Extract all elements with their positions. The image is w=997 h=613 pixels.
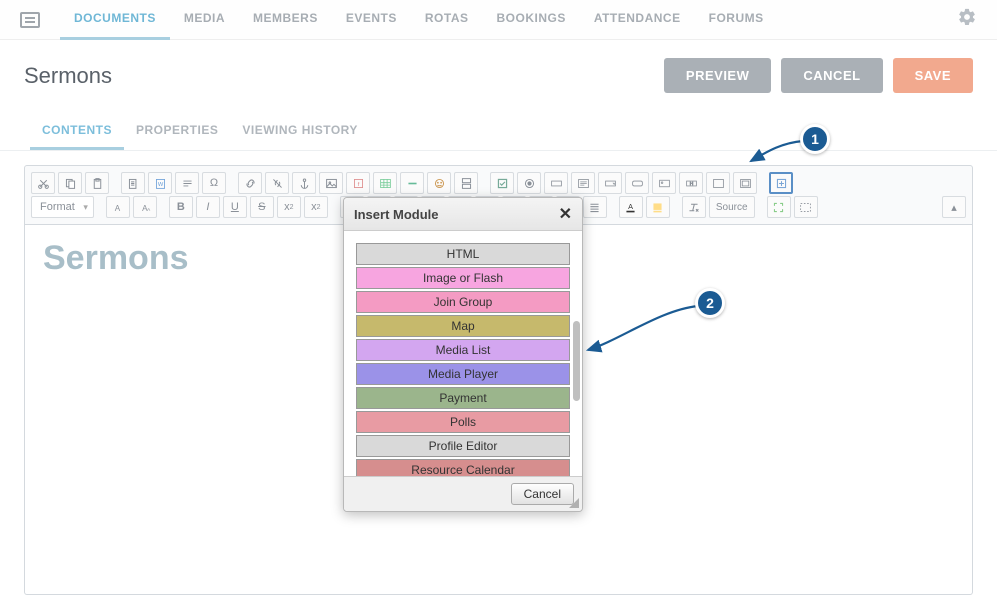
iframe-icon[interactable] bbox=[733, 172, 757, 194]
table-icon[interactable] bbox=[373, 172, 397, 194]
size-icon[interactable]: AA bbox=[133, 196, 157, 218]
resize-grip-icon[interactable] bbox=[568, 497, 580, 509]
page-header: Sermons PREVIEW CANCEL SAVE bbox=[0, 40, 997, 101]
dialog-title: Insert Module bbox=[354, 207, 439, 222]
nav-bookings[interactable]: BOOKINGS bbox=[482, 0, 579, 40]
subtab-contents[interactable]: CONTENTS bbox=[30, 113, 124, 150]
underline-icon[interactable]: U bbox=[223, 196, 247, 218]
dialog-scrollbar[interactable] bbox=[573, 321, 580, 401]
copy-icon[interactable] bbox=[58, 172, 82, 194]
module-list: HTMLImage or FlashJoin GroupMapMedia Lis… bbox=[356, 243, 570, 476]
annotation-badge-1: 1 bbox=[800, 124, 830, 154]
select-icon[interactable] bbox=[598, 172, 622, 194]
svg-text:W: W bbox=[157, 181, 163, 187]
spellcheck-icon[interactable]: Ω bbox=[202, 172, 226, 194]
paste-text-icon[interactable] bbox=[121, 172, 145, 194]
module-html[interactable]: HTML bbox=[356, 243, 570, 265]
anchor-icon[interactable] bbox=[292, 172, 316, 194]
module-join-group[interactable]: Join Group bbox=[356, 291, 570, 313]
module-polls[interactable]: Polls bbox=[356, 411, 570, 433]
dialog-cancel-button[interactable]: Cancel bbox=[511, 483, 574, 505]
svg-text:A: A bbox=[147, 206, 151, 212]
insert-module-dialog: Insert Module ✕ HTMLImage or FlashJoin G… bbox=[343, 197, 583, 512]
unlink-icon[interactable] bbox=[265, 172, 289, 194]
hidden-icon[interactable]: H bbox=[679, 172, 703, 194]
align-justify-icon[interactable] bbox=[583, 196, 607, 218]
subtab-viewing-history[interactable]: VIEWING HISTORY bbox=[230, 113, 370, 150]
bgcolor-icon[interactable] bbox=[646, 196, 670, 218]
italic-icon[interactable]: I bbox=[196, 196, 220, 218]
nav-media[interactable]: MEDIA bbox=[170, 0, 239, 40]
cancel-button[interactable]: CANCEL bbox=[781, 58, 882, 93]
pagebreak-icon[interactable] bbox=[454, 172, 478, 194]
paste-word-icon[interactable]: W bbox=[148, 172, 172, 194]
save-button[interactable]: SAVE bbox=[893, 58, 973, 93]
nav-rotas[interactable]: ROTAS bbox=[411, 0, 483, 40]
cut-icon[interactable] bbox=[31, 172, 55, 194]
source-button[interactable]: Source bbox=[709, 196, 755, 218]
superscript-icon[interactable]: x2 bbox=[304, 196, 328, 218]
annotation-badge-2: 2 bbox=[695, 288, 725, 318]
module-payment[interactable]: Payment bbox=[356, 387, 570, 409]
nav-members[interactable]: MEMBERS bbox=[239, 0, 332, 40]
link-icon[interactable] bbox=[238, 172, 262, 194]
smiley-icon[interactable] bbox=[427, 172, 451, 194]
nav-events[interactable]: EVENTS bbox=[332, 0, 411, 40]
dialog-header[interactable]: Insert Module ✕ bbox=[344, 198, 582, 231]
removeformat-icon[interactable] bbox=[682, 196, 706, 218]
svg-text:H: H bbox=[689, 181, 693, 187]
strike-icon[interactable]: S bbox=[250, 196, 274, 218]
textarea-icon[interactable] bbox=[571, 172, 595, 194]
svg-text:A: A bbox=[628, 202, 633, 211]
font-icon[interactable]: A bbox=[106, 196, 130, 218]
format-combo[interactable]: Format bbox=[31, 196, 94, 218]
find-icon[interactable] bbox=[175, 172, 199, 194]
svg-text:f: f bbox=[357, 181, 359, 187]
insert-module-button[interactable] bbox=[769, 172, 793, 194]
nav-documents[interactable]: DOCUMENTS bbox=[60, 0, 170, 40]
bold-icon[interactable]: B bbox=[169, 196, 193, 218]
imagebutton-icon[interactable] bbox=[652, 172, 676, 194]
sub-tabs: CONTENTSPROPERTIESVIEWING HISTORY bbox=[0, 113, 997, 151]
nav-forums[interactable]: FORUMS bbox=[695, 0, 778, 40]
textcolor-icon[interactable]: A bbox=[619, 196, 643, 218]
collapse-toolbar-icon[interactable]: ▴ bbox=[942, 196, 966, 218]
module-map[interactable]: Map bbox=[356, 315, 570, 337]
showblocks-icon[interactable] bbox=[794, 196, 818, 218]
textfield-icon[interactable] bbox=[544, 172, 568, 194]
menu-icon[interactable] bbox=[20, 12, 40, 28]
paste-icon[interactable] bbox=[85, 172, 109, 194]
module-profile-editor[interactable]: Profile Editor bbox=[356, 435, 570, 457]
module-media-list[interactable]: Media List bbox=[356, 339, 570, 361]
maximize-icon[interactable] bbox=[767, 196, 791, 218]
page-title: Sermons bbox=[24, 63, 112, 89]
dialog-close-icon[interactable]: ✕ bbox=[559, 204, 572, 224]
preview-button[interactable]: PREVIEW bbox=[664, 58, 771, 93]
nav-attendance[interactable]: ATTENDANCE bbox=[580, 0, 695, 40]
radio-icon[interactable] bbox=[517, 172, 541, 194]
module-resource-calendar[interactable]: Resource Calendar bbox=[356, 459, 570, 476]
hr-icon[interactable] bbox=[400, 172, 424, 194]
form-icon[interactable] bbox=[706, 172, 730, 194]
checkbox-icon[interactable] bbox=[490, 172, 514, 194]
button-icon[interactable] bbox=[625, 172, 649, 194]
flash-icon[interactable]: f bbox=[346, 172, 370, 194]
svg-text:A: A bbox=[115, 203, 121, 212]
image-icon[interactable] bbox=[319, 172, 343, 194]
module-media-player[interactable]: Media Player bbox=[356, 363, 570, 385]
module-image-or-flash[interactable]: Image or Flash bbox=[356, 267, 570, 289]
subscript-icon[interactable]: x2 bbox=[277, 196, 301, 218]
subtab-properties[interactable]: PROPERTIES bbox=[124, 113, 230, 150]
settings-gear-icon[interactable] bbox=[957, 7, 977, 33]
top-nav: DOCUMENTSMEDIAMEMBERSEVENTSROTASBOOKINGS… bbox=[0, 0, 997, 40]
